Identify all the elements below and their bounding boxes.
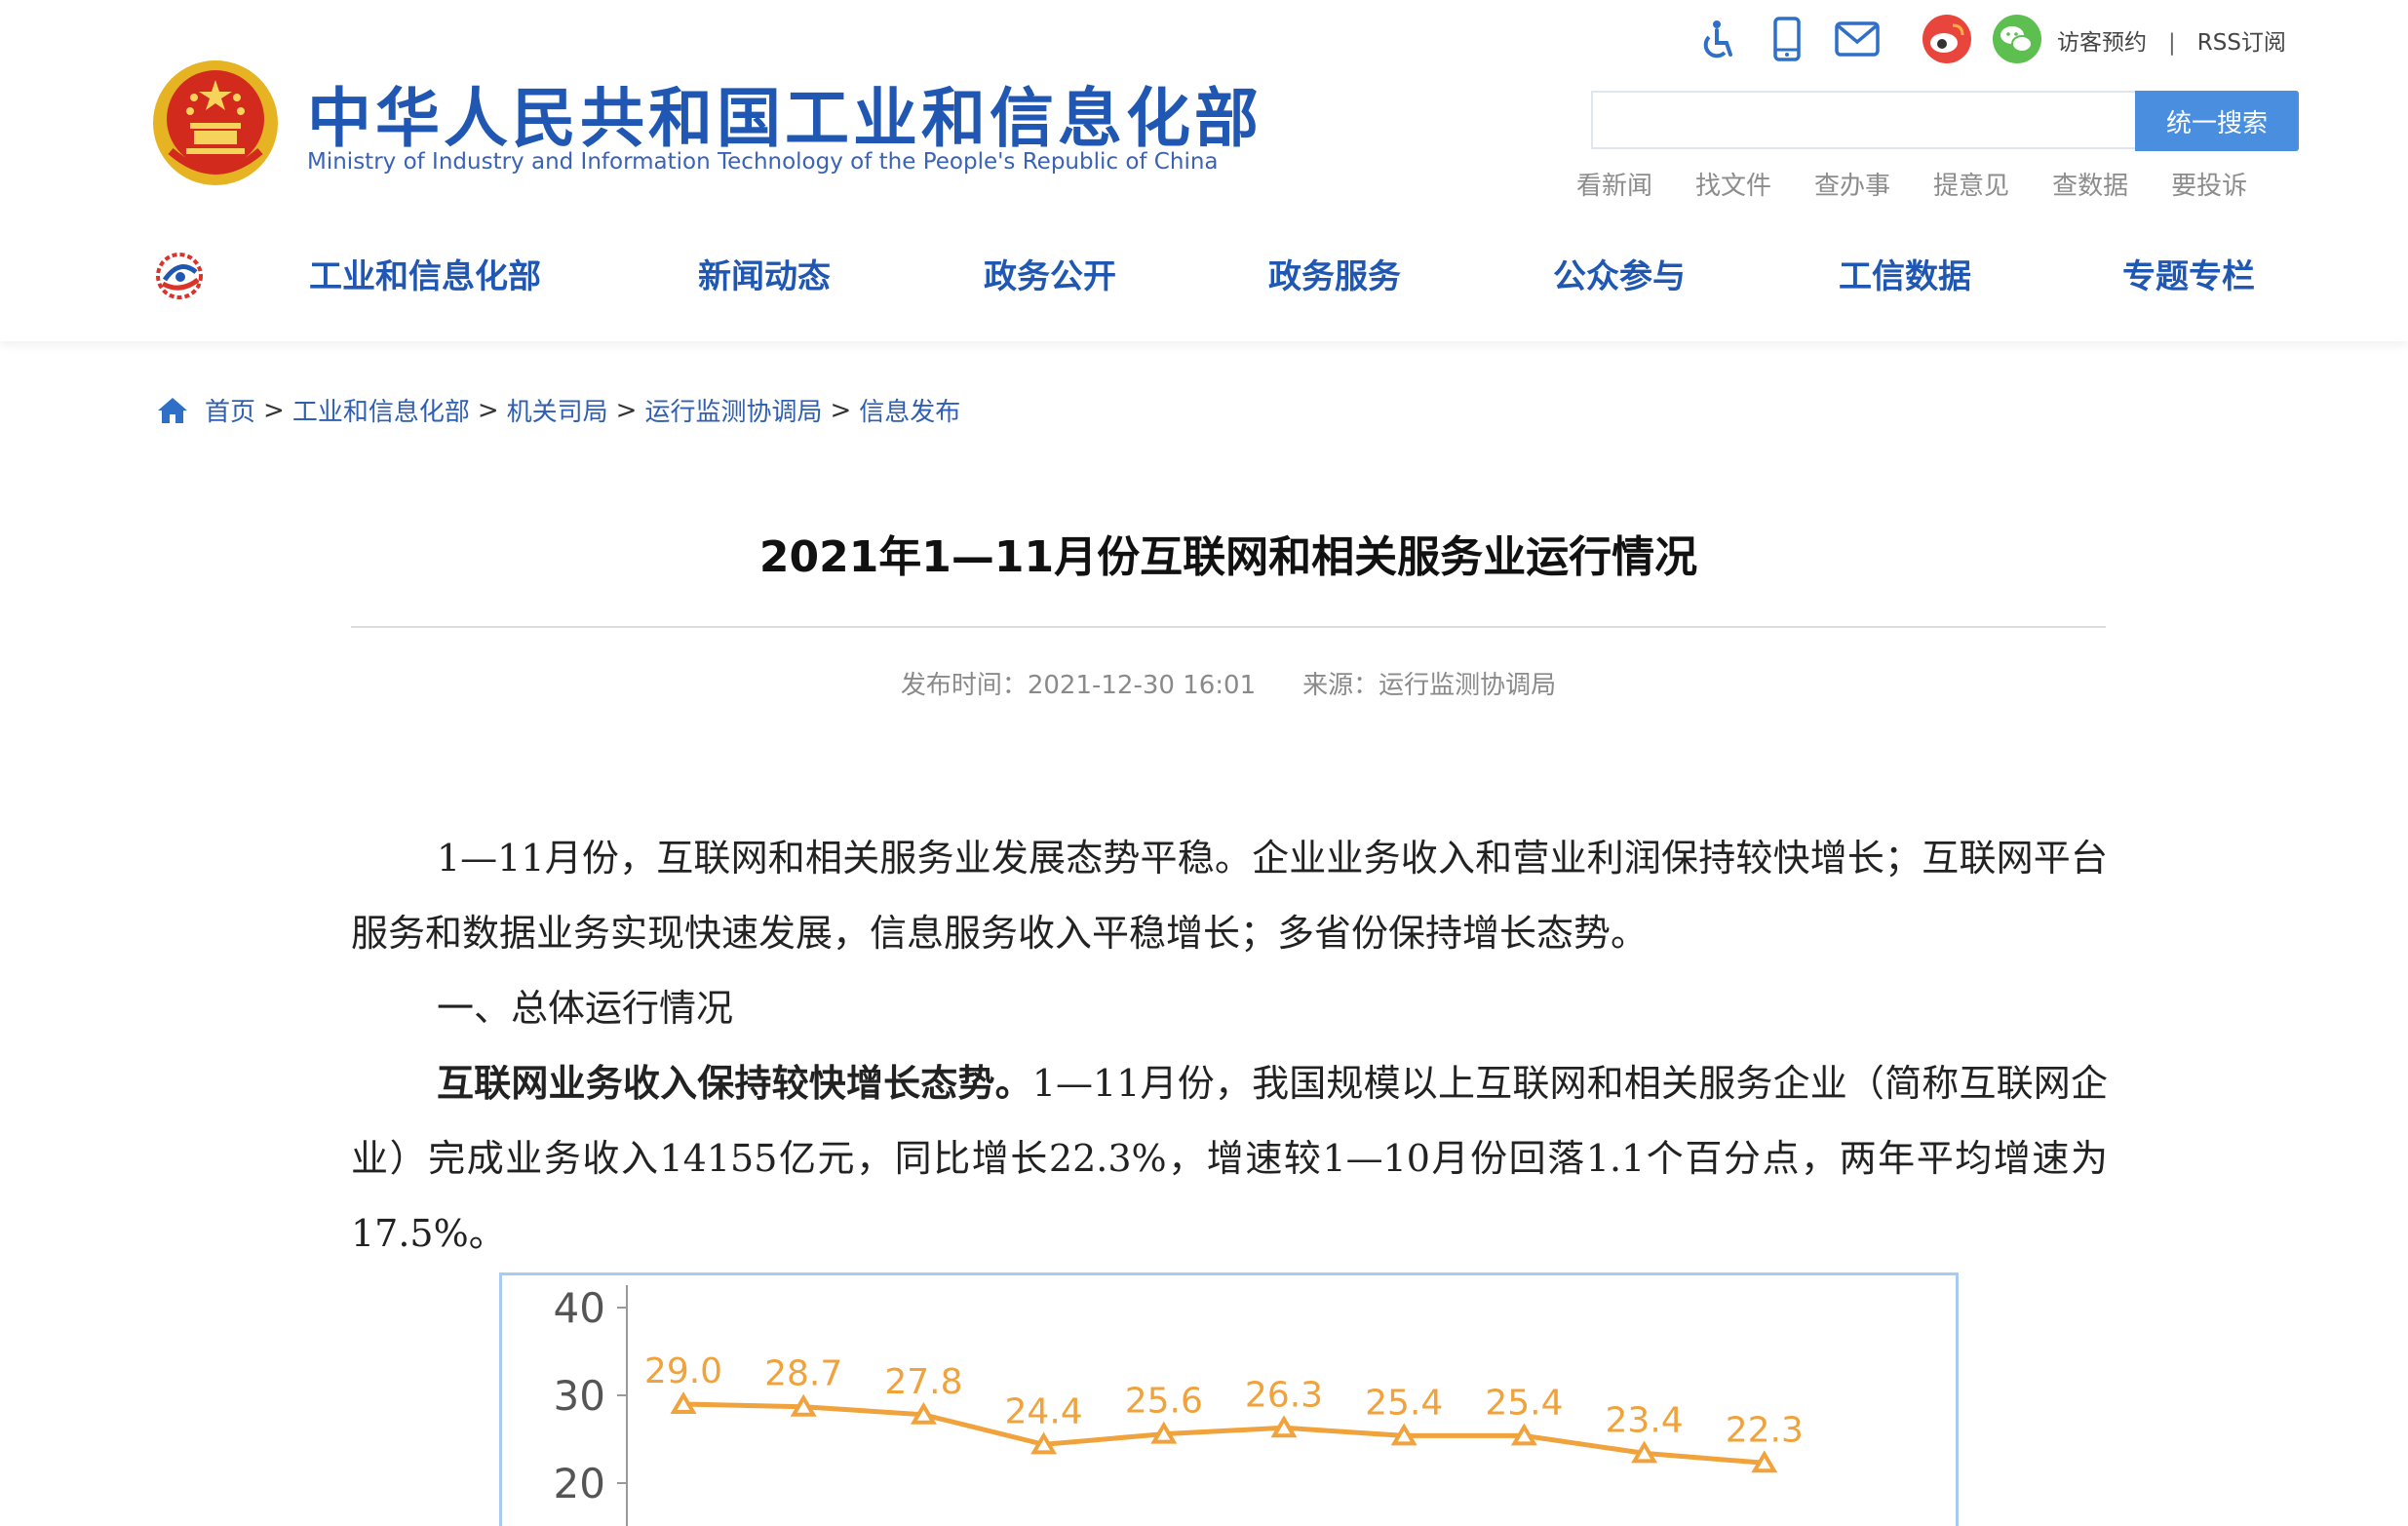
breadcrumb-separator: > <box>477 395 499 425</box>
quick-link-complaints[interactable]: 要投诉 <box>2171 172 2247 201</box>
data-point-marker <box>1390 1423 1418 1446</box>
quick-link-opinions[interactable]: 提意见 <box>1933 172 2009 201</box>
nav-item-data[interactable]: 工信数据 <box>1839 250 1971 297</box>
data-point-marker <box>910 1401 937 1425</box>
data-point-marker <box>670 1391 697 1414</box>
paragraph-summary: 1—11月份，互联网和相关服务业发展态势平稳。企业业务收入和营业利润保持较快增长… <box>351 837 2108 955</box>
site-title[interactable]: 中华人民共和国工业和信息化部 <box>307 66 1262 160</box>
top-links-separator: | <box>2168 30 2176 56</box>
data-point-marker <box>1751 1450 1778 1473</box>
y-tick-label: 20 <box>554 1460 605 1507</box>
quick-link-news[interactable]: 看新闻 <box>1576 172 1652 201</box>
breadcrumb-separator: > <box>615 395 638 425</box>
visitor-link[interactable]: 访客预约 <box>2057 30 2147 56</box>
data-point-marker <box>1150 1421 1178 1444</box>
data-point-marker <box>1631 1440 1658 1464</box>
quick-link-files[interactable]: 找文件 <box>1695 172 1771 201</box>
breadcrumb-separator: > <box>830 395 852 425</box>
paragraph-revenue-lead: 互联网业务收入保持较快增长态势。 <box>437 1062 1032 1105</box>
nav-item-participation[interactable]: 公众参与 <box>1553 250 1686 297</box>
nav-item-topics[interactable]: 专题专栏 <box>2122 250 2255 297</box>
growth-line-chart: 20 30 40 29.0 28.7 27.8 24.4 25.6 26.3 25.4 25.4 23… <box>499 1272 1959 1526</box>
breadcrumb-home[interactable]: 首页 <box>205 392 255 428</box>
nav-item-gov-affairs[interactable]: 政务公开 <box>984 250 1116 297</box>
accessibility-icon[interactable] <box>1691 14 1742 64</box>
chart-canvas: 20 30 40 29.0 28.7 27.8 24.4 25.6 26.3 25.4 25.4 23… <box>554 1284 1804 1526</box>
nav-item-news[interactable]: 新闻动态 <box>698 250 831 297</box>
series-line <box>682 1401 1766 1466</box>
mobile-icon[interactable] <box>1762 14 1812 64</box>
quick-link-data[interactable]: 查数据 <box>2052 172 2128 201</box>
nav-home-logo-icon[interactable] <box>151 251 208 301</box>
weibo-icon[interactable] <box>1922 14 1972 64</box>
data-label: 24.4 <box>1005 1391 1083 1431</box>
y-tick-label: 30 <box>554 1372 605 1420</box>
search-input[interactable] <box>1591 91 2135 149</box>
nav-item-ministry[interactable]: 工业和信息化部 <box>309 250 541 297</box>
breadcrumb-ministry[interactable]: 工业和信息化部 <box>292 392 470 428</box>
data-label: 23.4 <box>1606 1400 1684 1440</box>
breadcrumb-separator: > <box>263 395 285 425</box>
data-point-marker <box>1510 1423 1537 1446</box>
source: 运行监测协调局 <box>1379 671 1557 700</box>
rss-link[interactable]: RSS订阅 <box>2197 30 2286 56</box>
source-label: 来源： <box>1302 671 1379 700</box>
article-body: 1—11月份，互联网和相关服务业发展态势平稳。企业业务收入和营业利润保持较快增长… <box>351 821 2108 1272</box>
data-label: 25.4 <box>1485 1383 1563 1423</box>
top-links: 访客预约 | RSS订阅 <box>2057 23 2286 57</box>
data-point-marker <box>790 1393 817 1417</box>
home-icon[interactable] <box>156 396 189 425</box>
search-button[interactable]: 统一搜索 <box>2135 91 2299 151</box>
site-subtitle-en: Ministry of Industry and Information Tec… <box>307 149 1219 175</box>
breadcrumb-info-release[interactable]: 信息发布 <box>859 392 960 428</box>
article-title: 2021年1—11月份互联网和相关服务业运行情况 <box>758 532 1698 582</box>
data-label: 25.4 <box>1365 1383 1443 1423</box>
breadcrumb: 首页 > 工业和信息化部 > 机关司局 > 运行监测协调局 > 信息发布 <box>156 392 960 428</box>
nav-item-gov-services[interactable]: 政务服务 <box>1268 250 1401 297</box>
data-label: 25.6 <box>1125 1382 1203 1422</box>
wechat-icon[interactable] <box>1992 14 2042 64</box>
site-header: 中华人民共和国工业和信息化部 Ministry of Industry and … <box>0 0 2408 341</box>
data-label: 29.0 <box>644 1351 722 1391</box>
data-point-marker <box>1270 1415 1298 1438</box>
national-emblem-logo[interactable] <box>151 59 280 187</box>
quick-links: 看新闻 找文件 查办事 提意见 查数据 要投诉 <box>1576 166 2247 202</box>
main-nav: 工业和信息化部 新闻动态 政务公开 政务服务 公众参与 工信数据 专题专栏 <box>292 250 2320 304</box>
quick-link-services[interactable]: 查办事 <box>1814 172 1890 201</box>
top-icon-bar <box>1691 14 2062 64</box>
data-label: 26.3 <box>1245 1375 1323 1415</box>
data-point-marker <box>1030 1431 1058 1455</box>
paragraph-revenue: 互联网业务收入保持较快增长态势。1—11月份，我国规模以上互联网和相关服务企业（… <box>351 1046 2108 1272</box>
data-label: 27.8 <box>884 1362 962 1402</box>
data-label: 28.7 <box>764 1354 842 1394</box>
article-meta: 发布时间：2021-12-30 16:01 来源：运行监测协调局 <box>0 665 2408 701</box>
breadcrumb-bureau[interactable]: 运行监测协调局 <box>644 392 822 428</box>
y-tick-label: 40 <box>554 1284 605 1332</box>
mail-icon[interactable] <box>1832 14 1883 64</box>
publish-time-label: 发布时间： <box>900 671 1028 700</box>
data-label: 22.3 <box>1726 1410 1804 1450</box>
breadcrumb-departments[interactable]: 机关司局 <box>507 392 608 428</box>
publish-time: 2021-12-30 16:01 <box>1027 671 1257 700</box>
section-heading: 一、总体运行情况 <box>437 987 734 1030</box>
title-divider <box>351 626 2106 628</box>
